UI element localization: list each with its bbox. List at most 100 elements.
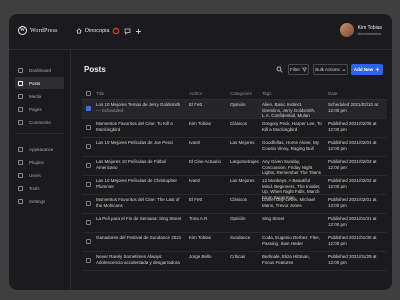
sidebar-item-settings[interactable]: Settings bbox=[15, 195, 64, 207]
table-row[interactable]: Las Mejores 10 Películas de Fútbol Ameri… bbox=[82, 157, 387, 176]
post-tags[interactable]: Gregory Peck, Harper Lee, To Kill a Mock… bbox=[262, 121, 322, 132]
post-category[interactable]: Clásicos bbox=[230, 121, 260, 127]
post-tags[interactable]: Berlinale, Eliza Hittman, Focus Features bbox=[262, 254, 322, 265]
row-checkbox[interactable] bbox=[86, 163, 91, 168]
post-category[interactable]: Clásicos bbox=[230, 197, 260, 203]
avatar bbox=[339, 23, 354, 37]
add-new-button[interactable]: Add New bbox=[351, 64, 383, 75]
post-category[interactable]: Las Mejores bbox=[230, 178, 260, 184]
post-title-link[interactable]: La Peli para el Fin de Semana: Sing Stre… bbox=[96, 216, 182, 222]
post-category[interactable]: Críticas bbox=[230, 254, 260, 260]
table-row[interactable]: Las 10 Mejores Películas de Christopher … bbox=[82, 176, 387, 200]
post-category[interactable]: Las Mejores bbox=[230, 140, 260, 146]
add-new-label: Add New bbox=[353, 67, 374, 72]
post-title-link[interactable]: Los 10 Mejores Temas de Jerry Goldsmith bbox=[96, 102, 180, 107]
post-title-link[interactable]: Momentos Favoritos del Cine: To Kill a M… bbox=[96, 121, 182, 132]
sidebar-item-tools[interactable]: Tools bbox=[15, 182, 64, 194]
post-title-link[interactable]: Las Mejores 10 Películas de Fútbol Ameri… bbox=[96, 159, 182, 170]
row-checkbox[interactable] bbox=[86, 106, 91, 111]
table-row[interactable]: La Peli para el Fin de Semana: Sing Stre… bbox=[82, 214, 387, 233]
post-tags[interactable]: Goodfellas, Home Alone, My Cousin Vinny,… bbox=[262, 140, 322, 151]
post-author[interactable]: Kim Tobias bbox=[189, 121, 225, 127]
search-icon[interactable] bbox=[276, 66, 283, 73]
top-bar: W WordPress Dinocopia Kim Tobias Adminis… bbox=[9, 14, 392, 50]
row-checkbox[interactable] bbox=[86, 144, 91, 149]
post-tags[interactable]: Daniel Day-Lewis, Michael Mann, Trevor J… bbox=[262, 197, 322, 208]
post-author[interactable]: El Cine Actuario bbox=[189, 159, 225, 165]
posts-table: Title Author Categories Tags Date Los 10… bbox=[82, 88, 387, 271]
post-tags[interactable]: Sing Street bbox=[262, 216, 322, 222]
updates-icon[interactable] bbox=[112, 27, 120, 35]
post-author[interactable]: Kim Tobias bbox=[189, 235, 225, 241]
post-date: Published 2021/02/05 at 12:00 pm bbox=[328, 121, 377, 132]
comments-bubble-icon[interactable] bbox=[123, 27, 131, 35]
column-header-title[interactable]: Title bbox=[96, 91, 182, 96]
table-row[interactable]: Las 10 Mejores Películas de Joe Pesci Iv… bbox=[82, 138, 387, 157]
sidebar-item-media[interactable]: Media bbox=[15, 90, 64, 102]
column-header-tags[interactable]: Tags bbox=[262, 91, 272, 96]
post-category[interactable]: Sundance bbox=[230, 235, 260, 241]
table-row[interactable]: Never Rarely Sometimes Always: Adolescen… bbox=[82, 252, 387, 271]
sidebar-item-comments[interactable]: Comments bbox=[15, 116, 64, 128]
table-row[interactable]: Momentos Favoritos del Cine: The Last of… bbox=[82, 195, 387, 214]
add-new-icon[interactable] bbox=[134, 27, 142, 35]
site-name: Dinocopia bbox=[85, 28, 110, 34]
post-title-link[interactable]: Las 10 Mejores Películas de Christopher … bbox=[96, 178, 182, 189]
post-tags[interactable]: Alien, Basic Instinct, Gremlins, Jerry G… bbox=[262, 102, 322, 119]
sidebar-item-label: Dashboard bbox=[29, 67, 52, 73]
post-author[interactable]: El Fett bbox=[189, 102, 225, 108]
sidebar-item-posts[interactable]: Posts bbox=[15, 77, 64, 89]
bulk-actions-dropdown[interactable]: Bulk Actions bbox=[313, 64, 348, 75]
post-tags[interactable]: Coda, Eugenio Derbez, Flee, Passing, Sia… bbox=[262, 235, 322, 246]
column-header-date[interactable]: Date bbox=[328, 91, 338, 96]
post-author[interactable]: Tona A.R. bbox=[189, 216, 225, 222]
post-category[interactable]: Largometrajes bbox=[230, 159, 260, 165]
sidebar-item-label: Pages bbox=[29, 106, 42, 112]
post-author[interactable]: El Fett bbox=[189, 197, 225, 203]
user-menu[interactable]: Kim Tobias Administrator bbox=[339, 23, 382, 37]
sidebar-item-label: Posts bbox=[29, 80, 41, 86]
table-row[interactable]: Ganadores del Festival de Sundance 2021 … bbox=[82, 233, 387, 252]
post-tags[interactable]: Any Given Sunday, Concussion, Friday Nig… bbox=[262, 159, 322, 176]
table-row[interactable]: Momentos Favoritos del Cine: To Kill a M… bbox=[82, 119, 387, 138]
post-author[interactable]: Jorge Bello bbox=[189, 254, 225, 260]
post-author[interactable]: Ivan0 bbox=[189, 140, 225, 146]
row-checkbox[interactable] bbox=[86, 125, 91, 130]
user-name: Kim Tobias bbox=[357, 24, 382, 31]
table-row[interactable]: Los 10 Mejores Temas de Jerry Goldsmith —… bbox=[82, 100, 387, 119]
user-info: Kim Tobias Administrator bbox=[358, 25, 382, 36]
post-date: Published 2021/02/04 at 12:00 pm bbox=[328, 140, 377, 151]
column-header-categories[interactable]: Categories bbox=[230, 91, 252, 96]
user-role: Administrator bbox=[357, 30, 382, 36]
select-all-checkbox[interactable] bbox=[86, 91, 91, 96]
sidebar-divider bbox=[15, 133, 64, 134]
row-checkbox[interactable] bbox=[86, 239, 91, 244]
appearance-icon bbox=[18, 146, 23, 152]
column-header-author[interactable]: Author bbox=[189, 91, 202, 96]
sidebar-item-label: Comments bbox=[29, 119, 51, 125]
row-checkbox[interactable] bbox=[86, 258, 91, 263]
post-title-link[interactable]: Ganadores del Festival de Sundance 2021 bbox=[96, 235, 182, 241]
page-title: Posts bbox=[84, 65, 106, 74]
row-checkbox[interactable] bbox=[86, 201, 91, 206]
sidebar-item-dashboard[interactable]: Dashboard bbox=[15, 64, 64, 76]
app-window: W WordPress Dinocopia Kim Tobias Adminis… bbox=[9, 14, 392, 290]
filter-button[interactable]: Filter bbox=[288, 64, 309, 75]
post-author[interactable]: Ivan0 bbox=[189, 178, 225, 184]
site-switcher[interactable]: Dinocopia bbox=[76, 27, 142, 35]
row-checkbox[interactable] bbox=[86, 220, 91, 225]
sidebar-item-appearance[interactable]: Appearance bbox=[15, 143, 64, 155]
post-date: Scheduled 2021/02/10 at 12:00 pm bbox=[328, 102, 379, 113]
plugins-icon bbox=[18, 159, 23, 165]
sidebar-item-pages[interactable]: Pages bbox=[15, 103, 64, 115]
wordpress-logo[interactable]: W WordPress bbox=[18, 26, 58, 35]
row-checkbox[interactable] bbox=[86, 182, 91, 187]
post-title-link[interactable]: Momentos Favoritos del Cine: The Last of… bbox=[96, 197, 182, 208]
post-title-link[interactable]: Las 10 Mejores Películas de Joe Pesci bbox=[96, 140, 182, 146]
post-title-link[interactable]: Never Rarely Sometimes Always: Adolescen… bbox=[96, 254, 182, 265]
sidebar-item-plugins[interactable]: Plugins bbox=[15, 156, 64, 168]
post-category[interactable]: Opinión bbox=[230, 102, 260, 108]
sidebar-item-users[interactable]: Users bbox=[15, 169, 64, 181]
media-icon bbox=[18, 93, 23, 99]
post-category[interactable]: Opinión bbox=[230, 216, 260, 222]
